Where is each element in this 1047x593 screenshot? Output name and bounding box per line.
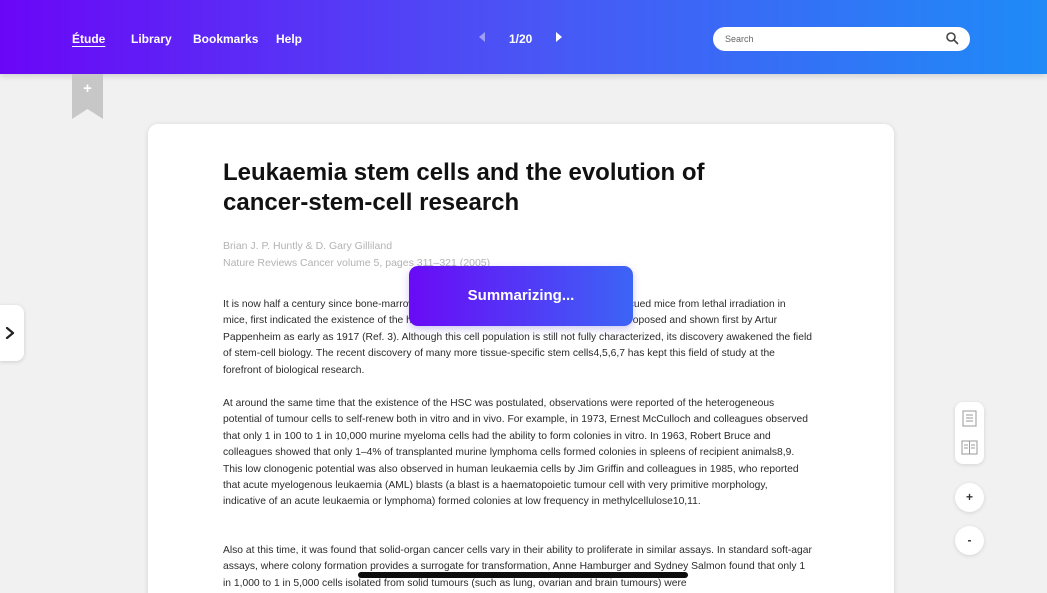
paper-title: Leukaemia stem cells and the evolution o… [223, 159, 705, 216]
paragraph: At around the same time that the existen… [223, 398, 808, 508]
zoom-in-button[interactable]: + [955, 483, 984, 512]
open-sidebar-button[interactable] [0, 305, 24, 361]
add-bookmark-icon[interactable]: + [72, 80, 103, 97]
chevron-right-icon [5, 327, 15, 339]
page-indicator: 1/20 [509, 32, 533, 46]
nav-link-etude[interactable]: Étude [72, 32, 105, 46]
top-navigation-bar: Étude Library Bookmarks Help 1/20 [0, 0, 1047, 74]
nav-link-help[interactable]: Help [276, 32, 302, 46]
zoom-out-button[interactable]: - [955, 526, 984, 555]
next-page-icon[interactable] [555, 30, 562, 45]
paragraph: Also at this time, it was found that sol… [223, 545, 812, 589]
previous-page-icon[interactable] [479, 30, 486, 45]
search-input[interactable] [725, 31, 935, 47]
horizontal-scrollbar[interactable] [358, 572, 688, 578]
paper-authors: Brian J. P. Huntly & D. Gary Gilliland [223, 240, 393, 252]
search-bar [713, 27, 970, 51]
view-mode-toggle [955, 402, 984, 464]
double-page-view-icon[interactable] [961, 439, 978, 456]
summarizing-button[interactable]: Summarizing... [409, 266, 633, 326]
single-page-view-icon[interactable] [961, 410, 978, 427]
search-icon[interactable] [945, 31, 959, 45]
nav-link-bookmarks[interactable]: Bookmarks [193, 32, 258, 46]
nav-link-library[interactable]: Library [131, 32, 172, 46]
